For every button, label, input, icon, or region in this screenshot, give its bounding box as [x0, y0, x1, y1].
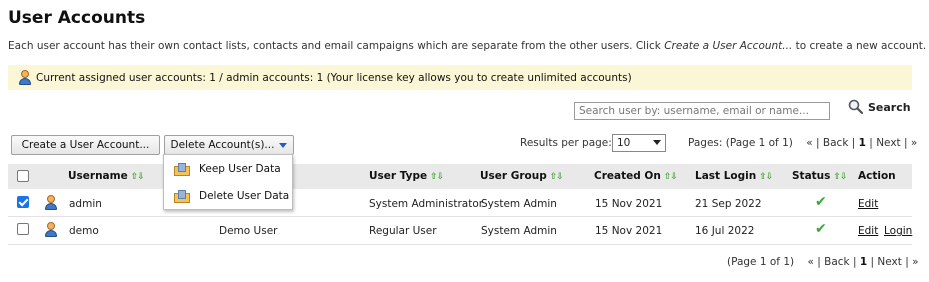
sort-arrows-icon: ⇧⇩ — [759, 172, 773, 182]
login-link[interactable]: Login — [884, 225, 912, 237]
column-last-login[interactable]: Last Login ⇧⇩ — [695, 170, 773, 182]
results-per-page-label: Results per page: — [520, 137, 612, 149]
username-link[interactable]: demo — [69, 225, 99, 237]
user-icon — [44, 195, 58, 211]
current-page: 1 — [858, 137, 866, 149]
page-title: User Accounts — [8, 8, 146, 28]
user-type-cell: System Administrator — [369, 198, 484, 210]
row-checkbox-admin[interactable] — [17, 196, 29, 208]
delete-accounts-menu: Keep User Data Delete User Data — [163, 154, 293, 210]
check-icon: ✔ — [815, 221, 827, 237]
username-link[interactable]: admin — [69, 198, 102, 210]
folder-icon — [174, 162, 190, 176]
user-icon — [18, 69, 32, 86]
user-group-cell: System Admin — [481, 198, 557, 210]
column-username[interactable]: Username ⇧⇩ — [68, 170, 145, 182]
search-input[interactable] — [574, 102, 830, 120]
back-link[interactable]: Back — [824, 256, 850, 268]
row-checkbox-demo[interactable] — [17, 223, 29, 235]
created-on-cell: 15 Nov 2021 — [595, 198, 663, 210]
last-page-link[interactable]: » — [911, 137, 917, 149]
user-type-cell: Regular User — [369, 225, 437, 237]
row-divider — [8, 244, 912, 245]
last-page-link[interactable]: » — [912, 256, 918, 268]
edit-link[interactable]: Edit — [858, 225, 878, 237]
row-divider — [8, 216, 912, 217]
name-cell: Demo User — [219, 225, 278, 237]
sort-arrows-icon: ⇧⇩ — [663, 172, 678, 182]
search-button[interactable]: Search — [848, 99, 911, 115]
column-user-group[interactable]: User Group ⇧⇩ — [480, 170, 564, 182]
check-icon: ✔ — [815, 194, 827, 210]
user-group-cell: System Admin — [481, 225, 557, 237]
page-description: Each user account has their own contact … — [8, 40, 927, 52]
delete-accounts-button[interactable]: Delete Account(s)... — [164, 135, 294, 155]
current-page: 1 — [859, 256, 868, 268]
caret-down-icon — [279, 142, 288, 148]
last-login-cell: 21 Sep 2022 — [695, 198, 762, 210]
license-notice: Current assigned user accounts: 1 / admi… — [8, 65, 912, 90]
column-status[interactable]: Status ⇧⇩ — [792, 170, 848, 182]
column-action: Action — [858, 170, 896, 182]
search-icon — [848, 99, 864, 115]
pagination-top: Pages: (Page 1 of 1) « | Back | 1 | Next… — [688, 137, 918, 149]
folder-icon — [174, 189, 190, 203]
sort-arrows-icon: ⇧⇩ — [130, 172, 145, 182]
first-page-link[interactable]: « — [807, 256, 813, 268]
sort-arrows-icon: ⇧⇩ — [549, 172, 564, 182]
last-login-cell: 16 Jul 2022 — [695, 225, 755, 237]
sort-arrows-icon: ⇧⇩ — [833, 172, 847, 182]
select-all-checkbox[interactable] — [17, 170, 29, 182]
next-link[interactable]: Next — [876, 137, 900, 149]
create-user-account-button[interactable]: Create a User Account... — [11, 135, 160, 155]
first-page-link[interactable]: « — [806, 137, 812, 149]
column-user-type[interactable]: User Type ⇧⇩ — [369, 170, 444, 182]
description-link: Create a User Account... — [664, 40, 793, 52]
back-link[interactable]: Back — [823, 137, 849, 149]
sort-arrows-icon: ⇧⇩ — [430, 172, 444, 182]
created-on-cell: 15 Nov 2021 — [595, 225, 663, 237]
user-icon — [44, 222, 58, 238]
next-link[interactable]: Next — [877, 256, 901, 268]
menu-item-delete-user-data[interactable]: Delete User Data — [164, 183, 292, 209]
column-created-on[interactable]: Created On ⇧⇩ — [594, 170, 678, 182]
pagination-bottom: (Page 1 of 1) « | Back | 1 | Next | » — [727, 256, 919, 268]
notice-text: Current assigned user accounts: 1 / admi… — [36, 71, 632, 84]
menu-item-keep-user-data[interactable]: Keep User Data — [164, 156, 292, 182]
edit-link[interactable]: Edit — [858, 198, 878, 210]
results-per-page-select[interactable]: 10 — [612, 134, 666, 152]
chevron-down-icon — [653, 140, 661, 145]
